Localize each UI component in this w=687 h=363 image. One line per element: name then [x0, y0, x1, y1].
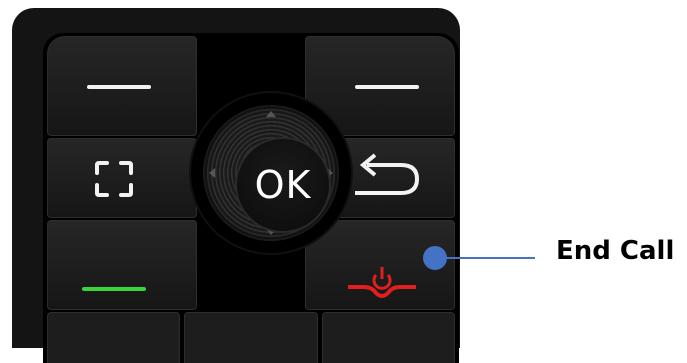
number-key-2[interactable] — [184, 312, 318, 363]
left-softkey-button[interactable] — [47, 36, 197, 136]
frame-icon — [95, 161, 133, 197]
softkey-line-icon — [87, 85, 151, 89]
back-arrow-icon — [355, 153, 420, 195]
number-key-1[interactable] — [47, 312, 180, 363]
callout-label: End Call — [556, 236, 675, 266]
phone-body: OK — [12, 8, 460, 363]
up-arrow-icon[interactable] — [266, 111, 276, 117]
number-key-3[interactable] — [322, 312, 455, 363]
callout-marker — [423, 246, 447, 270]
dpad-ring[interactable]: OK — [203, 105, 339, 241]
navigation-dpad[interactable]: OK — [191, 93, 351, 253]
call-button[interactable] — [47, 220, 197, 310]
ok-button[interactable]: OK — [235, 137, 331, 233]
softkey-line-icon — [355, 85, 419, 89]
end-call-power-icon — [348, 267, 416, 298]
callout-line — [445, 257, 535, 259]
frame-button[interactable] — [47, 138, 197, 218]
left-arrow-icon[interactable] — [209, 168, 215, 178]
keypad: OK — [43, 33, 459, 363]
call-green-line-icon — [82, 287, 146, 291]
